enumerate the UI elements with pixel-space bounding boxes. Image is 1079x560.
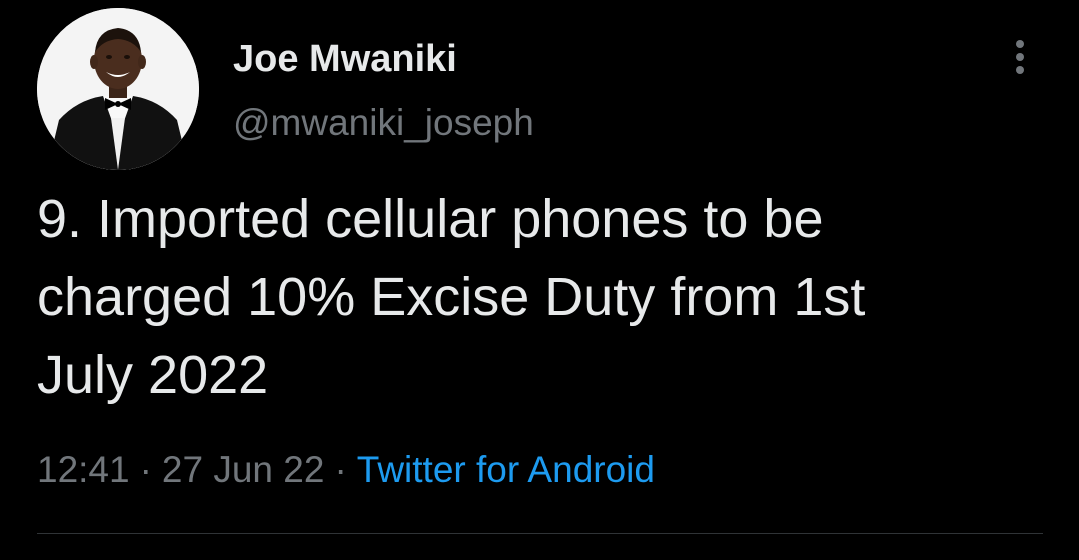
divider (37, 533, 1043, 534)
meta-separator: · (139, 449, 152, 490)
avatar[interactable] (37, 8, 199, 170)
author-handle[interactable]: @mwaniki_joseph (233, 101, 534, 145)
more-vertical-icon (1016, 40, 1024, 48)
author-name[interactable]: Joe Mwaniki (233, 37, 457, 81)
tweet-date[interactable]: 27 Jun 22 (162, 449, 325, 490)
meta-separator: · (334, 449, 347, 490)
avatar-image (37, 8, 199, 170)
tweet-meta: 12:41 · 27 Jun 22 · Twitter for Android (37, 448, 655, 492)
tweet-text: 9. Imported cellular phones to be charge… (37, 189, 866, 405)
more-vertical-icon-dot (1016, 53, 1024, 61)
tweet-source-link[interactable]: Twitter for Android (357, 449, 655, 490)
tweet-time[interactable]: 12:41 (37, 449, 130, 490)
more-options-button[interactable] (1000, 34, 1040, 80)
more-vertical-icon-dot (1016, 66, 1024, 74)
